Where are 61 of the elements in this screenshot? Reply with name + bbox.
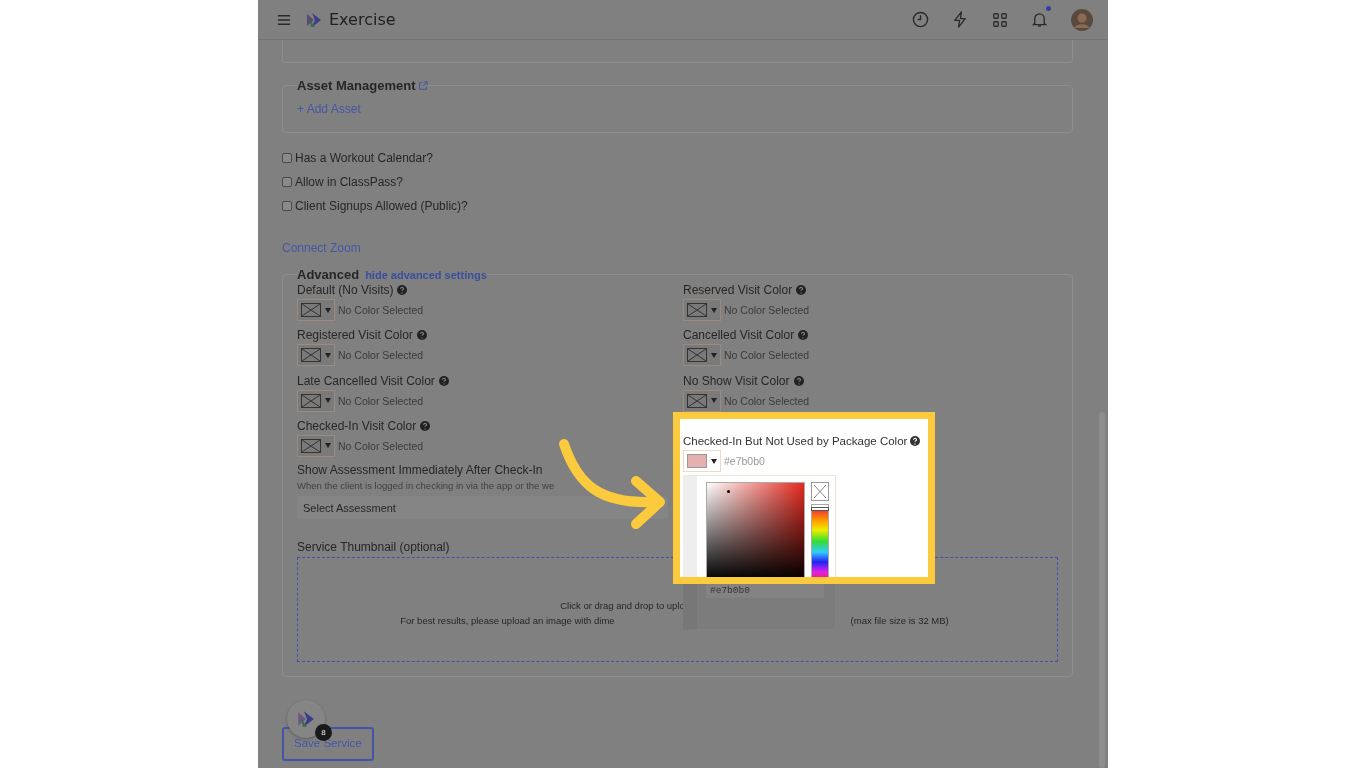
color-swatch-button[interactable] (297, 434, 335, 457)
checkbox[interactable] (282, 177, 292, 187)
field-label: Registered Visit Color (297, 328, 413, 343)
field-label: Checked-In But Not Used by Package Color (683, 435, 908, 447)
empty-swatch-icon (301, 393, 321, 408)
color-value: #e7b0b0 (724, 455, 765, 467)
help-icon[interactable] (910, 436, 921, 446)
color-value: No Color Selected (338, 439, 424, 452)
field-label: No Show Visit Color (683, 373, 790, 388)
checkbox-label: Has a Workout Calendar? (295, 151, 433, 165)
empty-swatch-icon (687, 393, 707, 408)
color-swatch-button[interactable] (683, 389, 721, 412)
app-title: Exercise (329, 10, 396, 29)
color-swatch-button[interactable] (297, 389, 335, 412)
assessment-select[interactable]: Select Assessment (297, 496, 668, 520)
checkbox[interactable] (282, 201, 292, 211)
checkbox-label: Allow in ClassPass? (295, 175, 404, 189)
color-value: No Color Selected (338, 349, 424, 362)
menu-icon[interactable] (277, 13, 291, 26)
logo-icon (305, 10, 323, 29)
section-title: Advanced (297, 267, 360, 282)
saturation-field[interactable] (706, 482, 805, 577)
clock-icon[interactable] (912, 11, 929, 28)
color-value: No Color Selected (724, 349, 810, 362)
logo-icon (296, 709, 316, 729)
avatar[interactable] (1071, 8, 1093, 31)
upload-hint: (max file size is 32 MB) (850, 614, 949, 626)
upload-hint: For best results, please upload an image with dime (400, 614, 615, 626)
field-label: Cancelled Visit Color (683, 328, 795, 343)
color-swatch-button[interactable] (683, 344, 721, 367)
empty-swatch-icon (687, 348, 707, 363)
field-label: Late Cancelled Visit Color (297, 373, 435, 388)
grid-icon[interactable] (992, 11, 1008, 28)
lightning-icon[interactable] (952, 11, 969, 28)
color-value: No Color Selected (724, 304, 810, 316)
empty-swatch-icon (687, 303, 707, 317)
bell-icon[interactable] (1031, 11, 1048, 28)
checkbox-label: Client Signups Allowed (Public)? (295, 199, 468, 213)
color-swatch-button[interactable] (683, 299, 721, 321)
field-label: Service Thumbnail (optional) (297, 540, 451, 555)
close-icon[interactable] (811, 482, 829, 501)
empty-swatch-icon (301, 303, 321, 317)
add-asset-link[interactable]: + Add Asset (297, 102, 361, 116)
field-label: Checked-In Visit Color (297, 418, 417, 433)
connect-zoom-link[interactable]: Connect Zoom (282, 241, 361, 255)
slider-handle[interactable] (811, 507, 829, 512)
color-value: No Color Selected (338, 394, 424, 407)
color-value: No Color Selected (338, 304, 424, 316)
hex-input[interactable]: #e7b0b0 (706, 584, 824, 598)
field-label: Default (No Visits) (297, 283, 394, 297)
empty-swatch-icon (301, 348, 321, 363)
hide-settings-link[interactable]: hide advanced settings (365, 268, 487, 281)
empty-swatch-icon (301, 438, 321, 453)
field-label: Show Assessment Immediately After Check-In (297, 463, 544, 478)
color-swatch-button[interactable] (297, 299, 335, 321)
color-value: No Color Selected (724, 394, 810, 407)
field-label: Reserved Visit Color (683, 283, 793, 297)
checkbox[interactable] (282, 153, 292, 163)
hue-slider[interactable] (811, 504, 829, 577)
color-swatch-button[interactable] (297, 344, 335, 367)
section-title: Asset Management (297, 78, 416, 93)
